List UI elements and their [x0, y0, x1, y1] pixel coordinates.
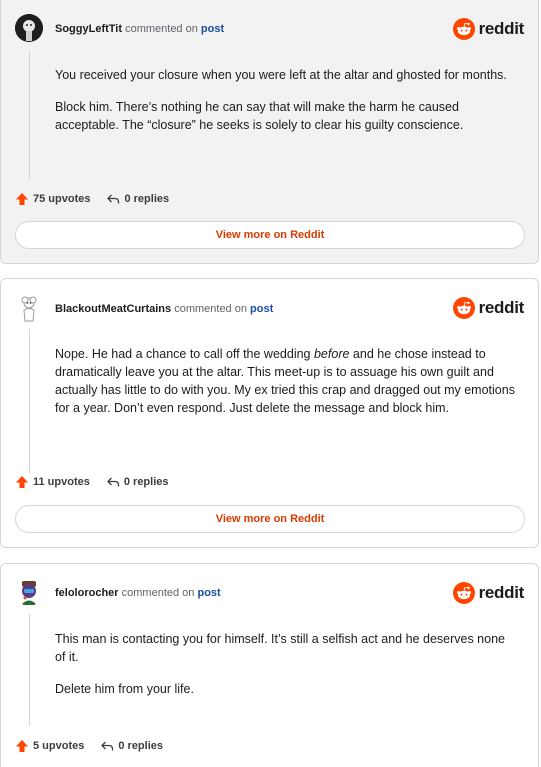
replies-button[interactable]: 0 replies	[100, 739, 163, 753]
reddit-wordmark: reddit	[478, 583, 525, 602]
reddit-snoo-icon	[452, 18, 475, 40]
action-text: commented on	[174, 303, 247, 315]
reddit-wordmark: reddit	[478, 19, 525, 38]
thread-line	[29, 51, 30, 179]
emphasis-text: before	[313, 347, 350, 361]
comment-paragraph: Nope. He had a chance to call off the we…	[55, 345, 517, 417]
upvote-arrow-icon	[16, 193, 28, 205]
view-more-button[interactable]: View more on Reddit	[15, 505, 525, 533]
replies-button[interactable]: 0 replies	[106, 475, 169, 489]
upvote-count: 11 upvotes	[33, 476, 90, 488]
reddit-wordmark: reddit	[478, 298, 525, 317]
comment-paragraph: Delete him from your life.	[55, 682, 194, 696]
upvote-count: 5 upvotes	[33, 740, 85, 752]
avatar[interactable]	[15, 578, 43, 606]
action-text: commented on	[125, 23, 198, 35]
comment-card: felolorocher commented on post reddit Th…	[0, 563, 539, 767]
comment-body: You received your closure when you were …	[55, 66, 517, 148]
reply-arrow-icon	[106, 477, 120, 487]
upvote-count: 75 upvotes	[33, 193, 91, 205]
username[interactable]: BlackoutMeatCurtains	[55, 303, 171, 315]
reply-count: 0 replies	[123, 476, 169, 488]
post-link[interactable]: post	[250, 303, 273, 315]
post-link[interactable]: post	[201, 23, 224, 35]
upvote-arrow-icon	[16, 476, 28, 488]
upvote-button[interactable]: 5 upvotes	[15, 739, 84, 753]
comment-body: Nope. He had a chance to call off the we…	[55, 345, 517, 431]
upvote-button[interactable]: 75 upvotes	[15, 192, 90, 206]
reply-count: 0 replies	[118, 740, 163, 752]
reply-arrow-icon	[107, 194, 120, 204]
reply-count: 0 replies	[124, 193, 170, 205]
reddit-logo[interactable]: reddit	[452, 18, 525, 40]
comment-meta: 5 upvotes 0 replies	[15, 739, 163, 753]
reddit-logo[interactable]: reddit	[452, 582, 525, 604]
thread-line	[29, 329, 30, 473]
thread-line	[29, 614, 30, 726]
avatar[interactable]	[15, 14, 43, 42]
comment-paragraph: You received your closure when you were …	[55, 68, 507, 82]
view-more-button[interactable]: View more on Reddit	[15, 221, 525, 249]
upvote-button[interactable]: 11 upvotes	[15, 475, 90, 489]
comment-header: BlackoutMeatCurtains commented on post	[55, 303, 273, 315]
reply-arrow-icon	[101, 741, 114, 751]
username[interactable]: SoggyLeftTit	[55, 23, 122, 35]
comment-paragraph: Block him. There’s nothing he can say th…	[55, 100, 464, 132]
reddit-snoo-icon	[452, 297, 475, 319]
comment-meta: 75 upvotes 0 replies	[15, 192, 169, 206]
avatar[interactable]	[15, 294, 43, 322]
comment-card: BlackoutMeatCurtains commented on post r…	[0, 278, 539, 548]
post-link[interactable]: post	[197, 587, 220, 599]
comment-card: SoggyLeftTit commented on post reddit Yo…	[0, 0, 539, 264]
comment-paragraph: This man is contacting you for himself. …	[55, 632, 505, 664]
comment-meta: 11 upvotes 0 replies	[15, 475, 169, 489]
reddit-logo[interactable]: reddit	[452, 297, 525, 319]
action-text: commented on	[121, 587, 195, 599]
comment-header: felolorocher commented on post	[55, 587, 221, 599]
comment-body: This man is contacting you for himself. …	[55, 630, 517, 712]
username[interactable]: felolorocher	[55, 587, 119, 599]
replies-button[interactable]: 0 replies	[106, 192, 169, 206]
upvote-arrow-icon	[16, 740, 28, 752]
text-segment: Nope. He had a chance to call off the we…	[55, 347, 314, 361]
reddit-snoo-icon	[452, 582, 475, 604]
comment-header: SoggyLeftTit commented on post	[55, 23, 224, 35]
